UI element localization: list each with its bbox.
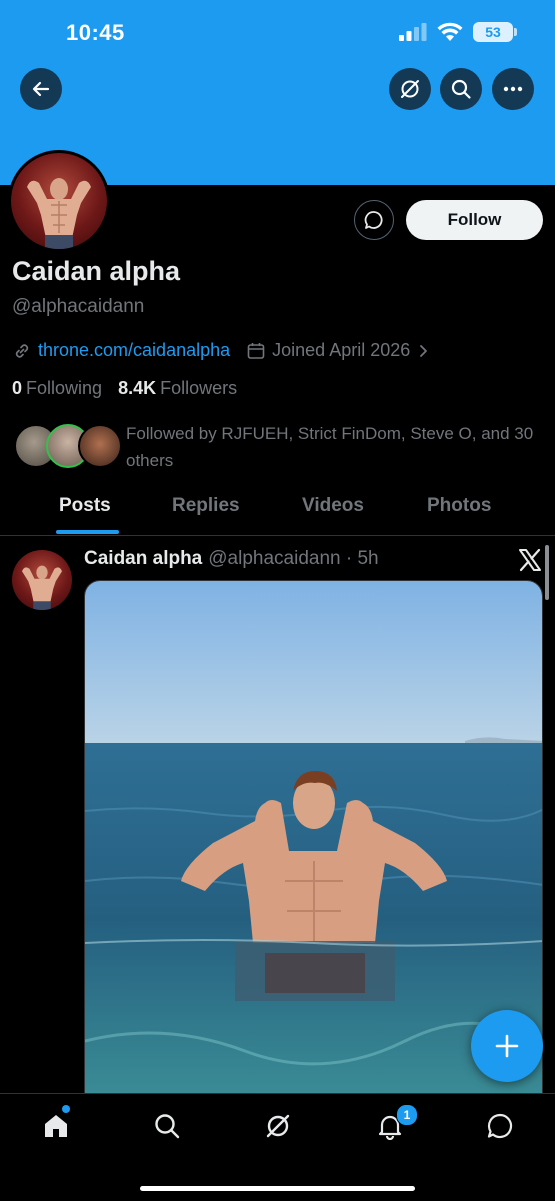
nav-home[interactable] (40, 1110, 72, 1142)
tab-replies[interactable]: Replies (172, 495, 240, 517)
more-icon (503, 86, 523, 92)
follow-counts: 0 Following 8.4K Followers (12, 378, 237, 399)
nav-search[interactable] (151, 1110, 183, 1142)
wifi-icon (437, 22, 463, 41)
signal-icon (399, 23, 427, 41)
followers-link[interactable]: 8.4K Followers (118, 378, 237, 399)
back-arrow-icon (32, 81, 50, 97)
profile-handle: @alphacaidann (12, 296, 145, 317)
tab-photos[interactable]: Photos (427, 495, 491, 517)
avatar-photo (22, 565, 62, 610)
home-indicator[interactable] (140, 1186, 415, 1191)
plus-icon (495, 1034, 519, 1058)
x-logo-icon[interactable] (518, 548, 542, 572)
followers-label: Followers (160, 378, 238, 398)
compose-button[interactable] (471, 1010, 543, 1082)
search-button[interactable] (440, 68, 482, 110)
grok-icon (266, 1114, 290, 1138)
notification-badge: 1 (396, 1104, 418, 1126)
following-count: 0 (12, 378, 23, 398)
profile-tabs: Posts Replies Videos Photos (0, 480, 555, 536)
avatar-photo (27, 178, 91, 249)
profile-avatar[interactable] (8, 150, 110, 252)
nav-grok[interactable] (262, 1110, 294, 1142)
calendar-icon (247, 342, 265, 359)
battery-level: 53 (485, 24, 501, 40)
follow-button[interactable]: Follow (406, 200, 543, 240)
status-time: 10:45 (66, 20, 125, 45)
grok-icon (401, 80, 419, 98)
followers-count: 8.4K (118, 378, 157, 398)
post-handle-time: @alphacaidann · 5h (208, 548, 379, 569)
profile-name: Caidan alpha (12, 256, 181, 286)
status-icons: 53 (399, 22, 517, 42)
post-image[interactable] (84, 580, 543, 1095)
message-icon (364, 211, 383, 229)
chat-icon (487, 1113, 513, 1139)
search-icon (451, 79, 471, 99)
battery-indicator: 53 (473, 22, 517, 42)
following-label: Following (26, 378, 103, 398)
scrollbar[interactable] (545, 545, 549, 600)
back-button[interactable] (20, 68, 62, 110)
post-author-avatar[interactable] (12, 550, 72, 610)
bottom-nav: 1 (0, 1093, 555, 1201)
more-button[interactable] (492, 68, 534, 110)
home-unread-dot (62, 1105, 70, 1113)
followed-by-text[interactable]: Followed by RJFUEH, Strict FinDom, Steve… (126, 420, 546, 474)
post-author-name[interactable]: Caidan alpha (84, 548, 202, 570)
grok-button[interactable] (389, 68, 431, 110)
link-icon (15, 343, 29, 358)
post-photo (85, 581, 542, 1094)
search-icon (155, 1114, 180, 1139)
joined-date: Joined April 2026 (272, 340, 411, 360)
mutual-followers-avatars[interactable] (14, 424, 122, 468)
nav-messages[interactable] (484, 1110, 516, 1142)
following-link[interactable]: 0 Following (12, 378, 102, 399)
home-icon (45, 1115, 67, 1137)
message-button[interactable] (354, 200, 394, 240)
tab-posts[interactable]: Posts (59, 495, 111, 517)
profile-meta: throne.com/caidanalpha Joined April 2026 (12, 340, 432, 361)
chevron-right-icon[interactable] (416, 343, 432, 359)
profile-link[interactable]: throne.com/caidanalpha (38, 340, 230, 361)
mutual-avatar (78, 424, 122, 468)
post-header: Caidan alpha @alphacaidann · 5h (84, 548, 379, 570)
tab-videos[interactable]: Videos (302, 495, 364, 517)
active-tab-indicator (56, 530, 119, 534)
